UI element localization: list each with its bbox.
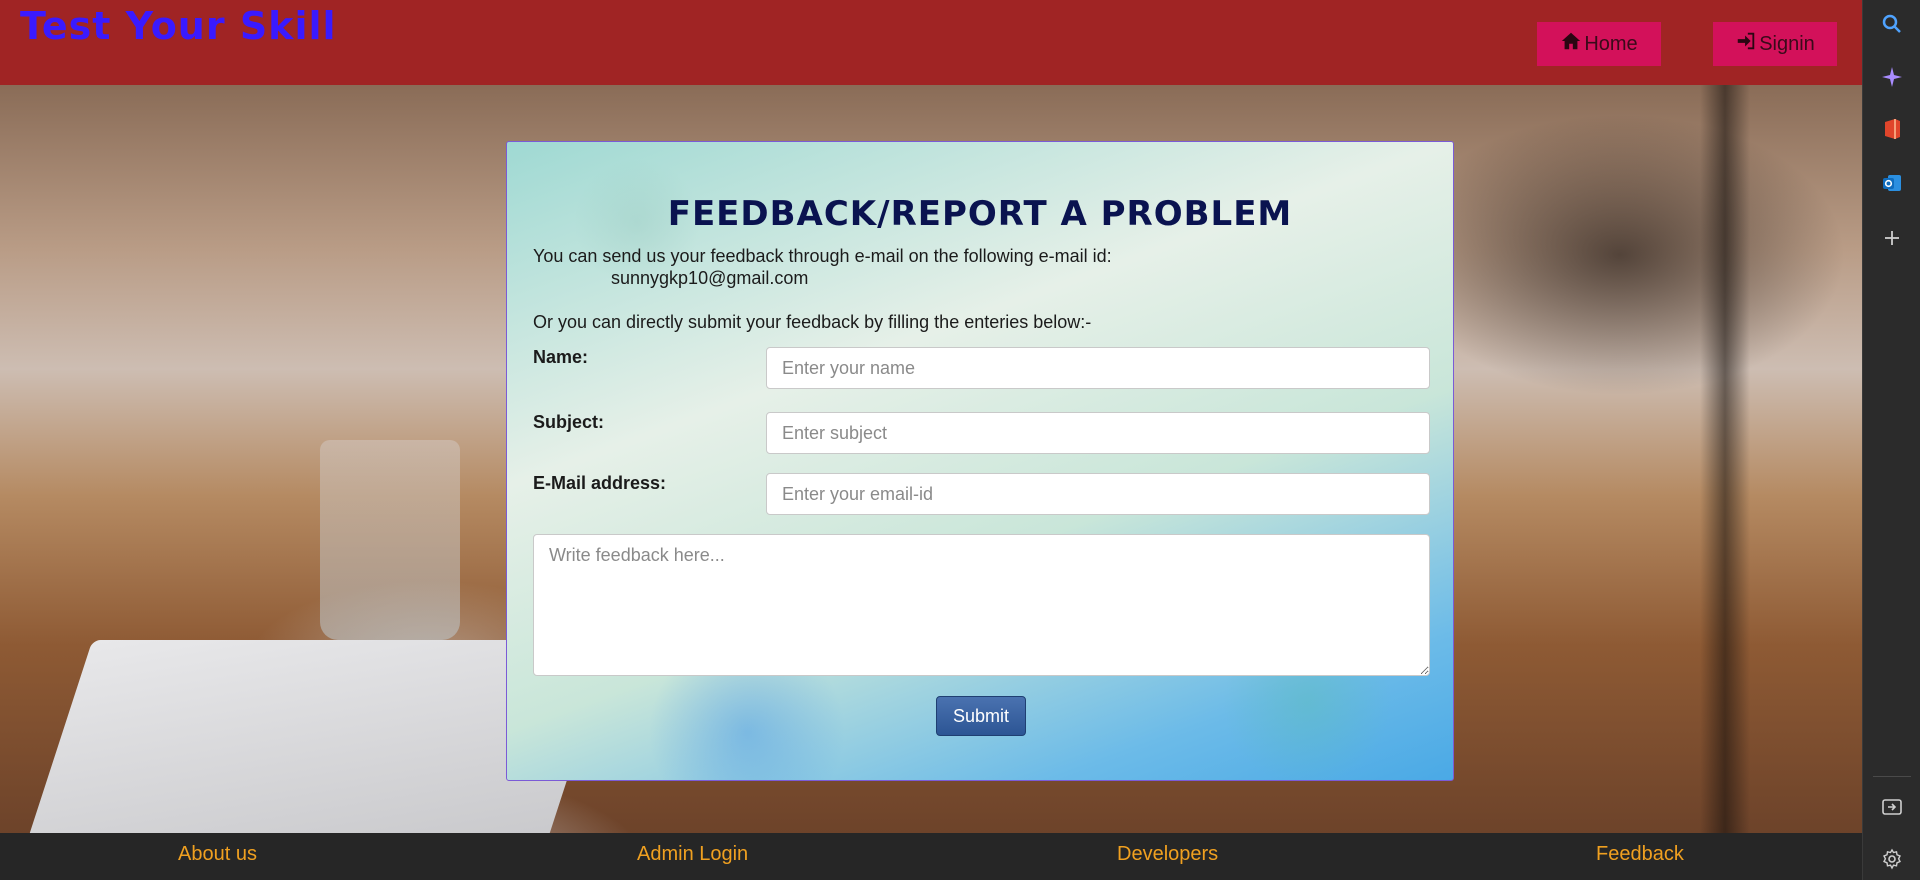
footer: About us Admin Login Developers Feedback bbox=[0, 833, 1862, 880]
search-icon[interactable] bbox=[1878, 10, 1906, 38]
footer-link-admin-login[interactable]: Admin Login bbox=[637, 843, 748, 866]
home-button[interactable]: Home bbox=[1537, 22, 1661, 66]
name-label: Name: bbox=[533, 347, 589, 367]
email-input[interactable] bbox=[766, 473, 1430, 515]
subject-label: Subject: bbox=[533, 412, 605, 432]
submit-button[interactable]: Submit bbox=[936, 696, 1026, 736]
signin-button-label: Signin bbox=[1759, 32, 1815, 55]
page-title: FEEDBACK/REPORT A PROBLEM bbox=[667, 194, 1293, 234]
add-icon[interactable] bbox=[1878, 224, 1906, 252]
footer-link-developers[interactable]: Developers bbox=[1117, 843, 1218, 866]
background-glass bbox=[320, 440, 460, 640]
office-icon[interactable] bbox=[1878, 115, 1906, 143]
signin-button[interactable]: Signin bbox=[1713, 22, 1837, 66]
settings-icon[interactable] bbox=[1878, 845, 1906, 873]
top-navbar: Test Your Skill Home Signin bbox=[0, 0, 1862, 85]
feedback-textarea[interactable] bbox=[533, 534, 1430, 676]
form-instructions: Or you can directly submit your feedback… bbox=[533, 312, 1092, 332]
browser-sidebar bbox=[1862, 0, 1920, 880]
footer-link-about-us[interactable]: About us bbox=[178, 843, 257, 866]
name-input[interactable] bbox=[766, 347, 1430, 389]
home-button-label: Home bbox=[1584, 32, 1638, 55]
subject-input[interactable] bbox=[766, 412, 1430, 454]
background-shadow bbox=[1700, 85, 1750, 833]
outlook-icon[interactable] bbox=[1878, 169, 1906, 197]
collapse-sidebar-icon[interactable] bbox=[1878, 793, 1906, 821]
intro-text: You can send us your feedback through e-… bbox=[533, 246, 1112, 266]
footer-link-feedback[interactable]: Feedback bbox=[1596, 843, 1684, 866]
feedback-card: FEEDBACK/REPORT A PROBLEM You can send u… bbox=[506, 141, 1454, 781]
sidebar-divider bbox=[1873, 776, 1911, 777]
brand-title[interactable]: Test Your Skill bbox=[20, 4, 337, 48]
signin-icon bbox=[1735, 30, 1757, 58]
contact-email: sunnygkp10@gmail.com bbox=[611, 268, 809, 288]
copilot-icon[interactable] bbox=[1878, 63, 1906, 91]
home-icon bbox=[1560, 30, 1582, 58]
email-label: E-Mail address: bbox=[533, 473, 667, 493]
